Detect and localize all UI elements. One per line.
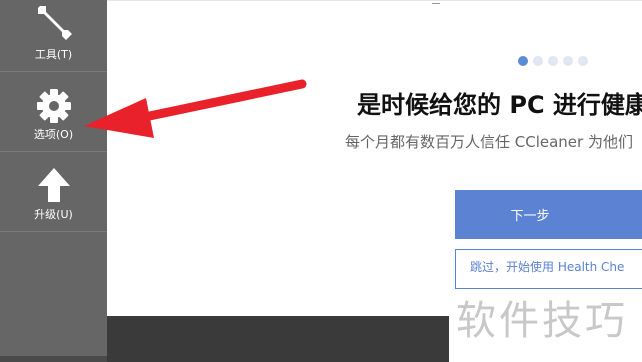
sidebar-item-upgrade[interactable]: 升级(U) [0, 152, 107, 232]
carousel-dot[interactable] [578, 56, 588, 66]
sidebar: 工具(T) 选项(O) 升级(U) [0, 0, 107, 362]
watermark-text: 软件技巧 [456, 298, 628, 344]
carousel-dot[interactable] [533, 56, 543, 66]
carousel-dot[interactable] [518, 56, 528, 66]
carousel-dot[interactable] [563, 56, 573, 66]
close-mark-icon[interactable] [432, 0, 440, 4]
gear-icon [34, 86, 74, 126]
up-arrow-icon [34, 166, 74, 206]
sidebar-item-tools[interactable]: 工具(T) [0, 0, 107, 72]
sidebar-bottom-strip [0, 356, 107, 362]
carousel-dot[interactable] [548, 56, 558, 66]
sidebar-item-label: 升级(U) [34, 208, 73, 221]
bottom-dark-bar [107, 316, 449, 362]
wrench-icon [34, 4, 74, 44]
next-button-label: 下一步 [510, 209, 550, 224]
sidebar-item-label: 工具(T) [34, 48, 73, 61]
carousel-dots [518, 56, 593, 66]
window-top-border [107, 0, 642, 1]
annotation-arrow-icon [84, 79, 307, 138]
skip-button-label: 跳过，开始使用 Health Che [470, 260, 625, 274]
skip-button[interactable]: 跳过，开始使用 Health Che [455, 249, 642, 289]
next-button[interactable]: 下一步 [455, 190, 642, 239]
onboarding-headline: 是时候给您的 PC 进行健康 [357, 91, 642, 119]
onboarding-subtitle: 每个月都有数百万人信任 CCleaner 为他们 [345, 133, 633, 151]
